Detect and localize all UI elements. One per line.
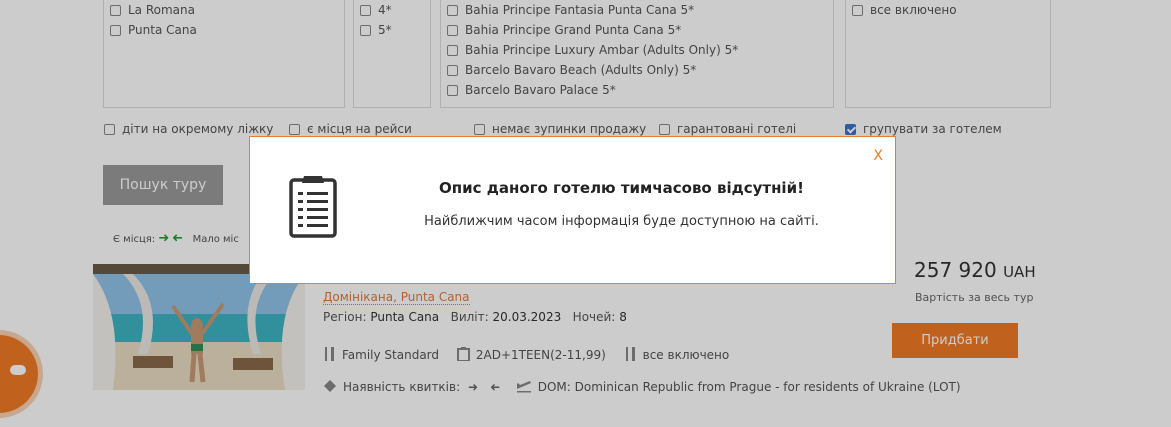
- modal-close-button[interactable]: X: [873, 148, 883, 164]
- hotel-description-modal: X Опис даного готелю тимчасово відсутній…: [249, 136, 896, 284]
- modal-title: Опис даного готелю тимчасово відсутній!: [439, 179, 804, 197]
- modal-message: Найближчим часом інформація буде доступн…: [424, 214, 819, 229]
